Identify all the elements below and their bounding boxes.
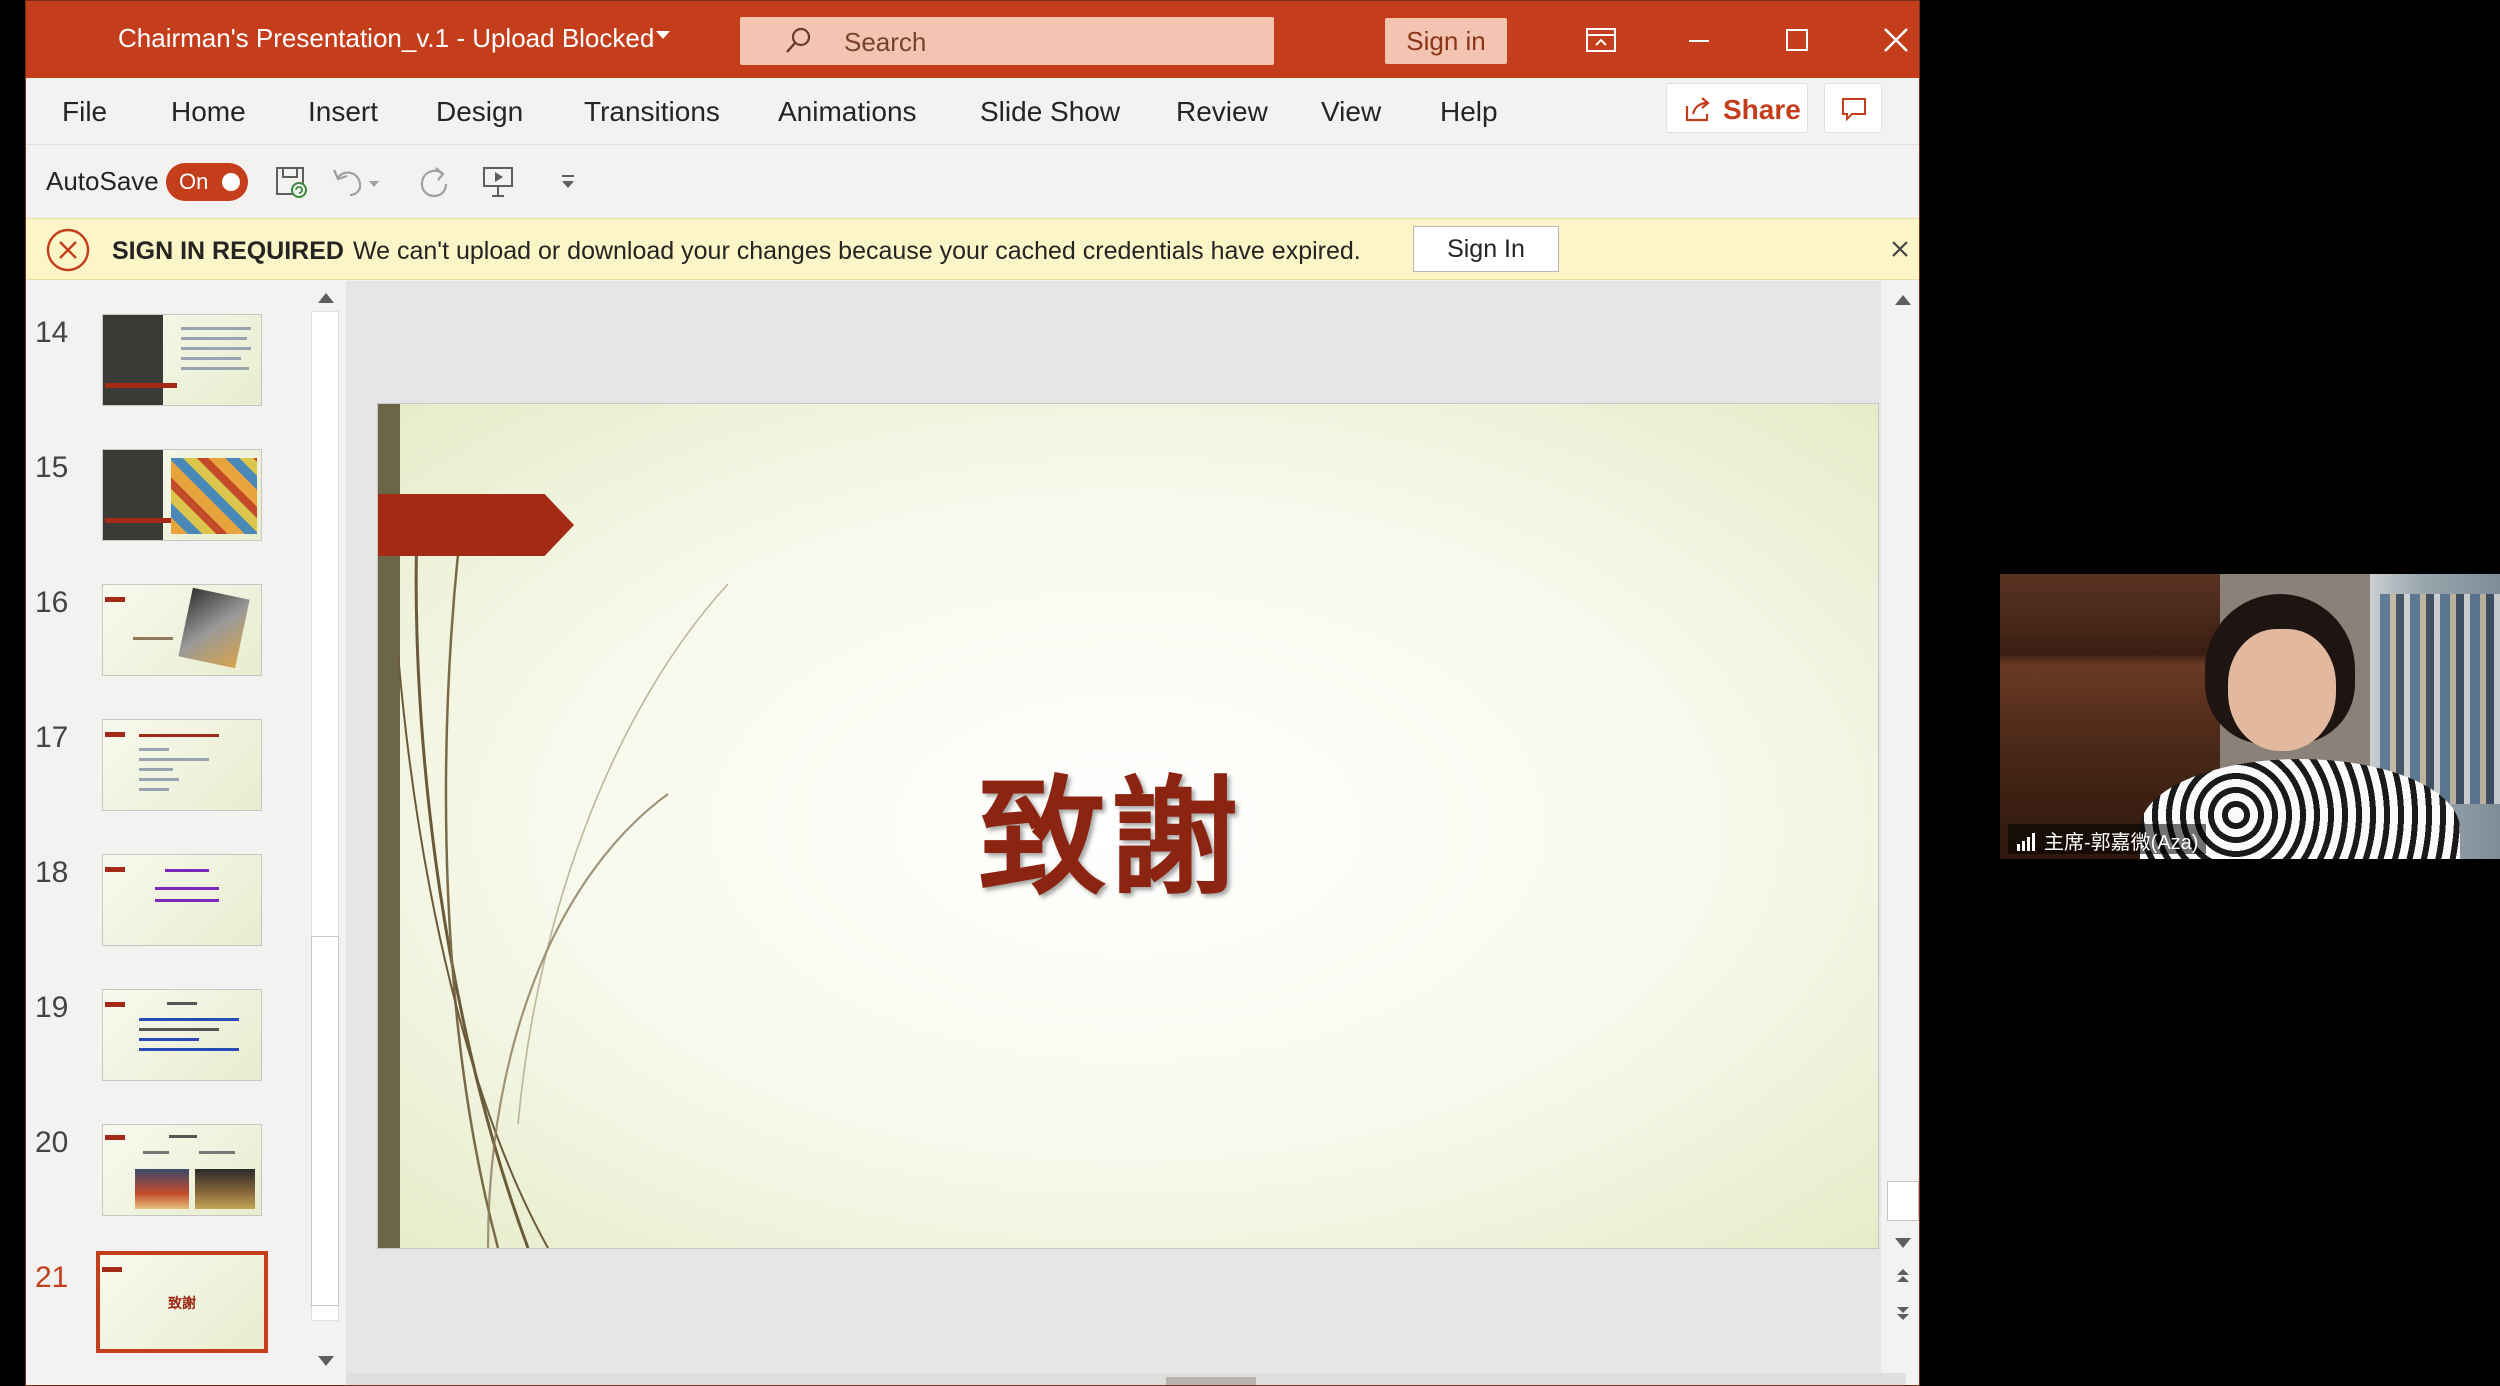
redo-icon[interactable] xyxy=(414,162,454,202)
undo-dropdown-icon[interactable] xyxy=(369,181,379,187)
close-icon[interactable] xyxy=(1866,15,1920,65)
slide-number: 16 xyxy=(35,586,69,619)
tab-home[interactable]: Home xyxy=(171,96,246,128)
slide-number: 21 xyxy=(35,1261,69,1294)
horizontal-scrollbar[interactable] xyxy=(346,1373,1906,1385)
slide-number: 14 xyxy=(35,316,69,349)
error-icon xyxy=(46,228,90,272)
title-bar: Chairman's Presentation_v.1 - Upload Blo… xyxy=(26,1,1919,78)
scroll-up-icon[interactable] xyxy=(318,293,334,303)
slide-scrollbar[interactable] xyxy=(1884,281,1919,1385)
autosave-label: AutoSave xyxy=(46,166,159,196)
participant-name: 主席-郭嘉微(Aza) xyxy=(2044,832,2199,854)
comment-icon xyxy=(1842,98,1866,122)
tab-insert[interactable]: Insert xyxy=(308,96,378,128)
infobar-message: We can't upload or download your changes… xyxy=(353,237,1361,265)
tab-view[interactable]: View xyxy=(1321,96,1381,128)
slide-thumbnail[interactable]: 20 xyxy=(26,1116,326,1236)
slide-thumbnail-selected[interactable]: 21 致謝 xyxy=(26,1251,326,1371)
search-placeholder: Search xyxy=(844,27,927,57)
participant-video-tile[interactable]: 主席-郭嘉微(Aza) xyxy=(2000,574,2500,859)
tab-file[interactable]: File xyxy=(62,96,107,128)
maximize-icon[interactable] xyxy=(1767,15,1827,65)
thumbnail-image xyxy=(102,989,262,1081)
participant-name-tag: 主席-郭嘉微(Aza) xyxy=(2008,824,2207,854)
title-arrow-shape xyxy=(378,494,574,556)
thumbnail-image xyxy=(102,314,262,406)
sign-in-button[interactable]: Sign in xyxy=(1385,18,1507,64)
infobar-sign-in-button[interactable]: Sign In xyxy=(1413,226,1559,272)
tab-slide-show[interactable]: Slide Show xyxy=(980,96,1120,128)
tab-help[interactable]: Help xyxy=(1440,96,1498,128)
thumbnail-image xyxy=(102,584,262,676)
slide-number: 18 xyxy=(35,856,69,889)
scroll-down-icon[interactable] xyxy=(318,1356,334,1366)
video-background-books xyxy=(2380,594,2500,804)
save-icon[interactable] xyxy=(271,162,311,202)
slide-thumbnail[interactable]: 16 xyxy=(26,576,326,696)
tab-design[interactable]: Design xyxy=(436,96,523,128)
previous-slide-icon[interactable] xyxy=(1893,1266,1913,1286)
toggle-knob xyxy=(222,173,240,191)
search-box[interactable]: Search xyxy=(740,17,1274,65)
infobar-title: SIGN IN REQUIRED xyxy=(112,237,344,265)
quick-access-toolbar: AutoSave On xyxy=(26,144,1919,218)
thumbnail-image: 致謝 xyxy=(96,1251,268,1353)
undo-icon[interactable] xyxy=(328,162,368,202)
customize-icon[interactable] xyxy=(548,162,588,202)
slide-editor: 致謝 xyxy=(346,281,1881,1385)
next-slide-icon[interactable] xyxy=(1893,1303,1913,1323)
present-icon[interactable] xyxy=(478,162,518,202)
tab-review[interactable]: Review xyxy=(1176,96,1268,128)
scroll-thumb[interactable] xyxy=(1166,1377,1256,1385)
participant-face xyxy=(2228,629,2336,751)
thumbnail-image xyxy=(102,449,262,541)
slide-thumbnail[interactable]: 19 xyxy=(26,981,326,1101)
scroll-down-icon[interactable] xyxy=(1895,1238,1911,1248)
ribbon-tabs: File Home Insert Design Transitions Anim… xyxy=(26,78,1919,144)
thumbnail-image xyxy=(102,719,262,811)
slide-number: 15 xyxy=(35,451,69,484)
slide-thumbnail[interactable]: 15 xyxy=(26,441,326,561)
comments-button[interactable] xyxy=(1824,83,1882,133)
slide-thumbnail[interactable]: 14 xyxy=(26,306,326,426)
scroll-thumb[interactable] xyxy=(311,936,339,1306)
chevron-down-icon[interactable] xyxy=(656,31,670,39)
thumbnail-image xyxy=(102,1124,262,1216)
current-slide[interactable]: 致謝 xyxy=(378,404,1878,1248)
tab-animations[interactable]: Animations xyxy=(778,96,917,128)
slide-number: 20 xyxy=(35,1126,69,1159)
powerpoint-window: Chairman's Presentation_v.1 - Upload Blo… xyxy=(25,0,1920,1386)
document-title[interactable]: Chairman's Presentation_v.1 - Upload Blo… xyxy=(118,23,654,54)
share-label: Share xyxy=(1723,94,1801,125)
thumbnail-title: 致謝 xyxy=(168,1295,196,1311)
autosave-toggle[interactable]: On xyxy=(166,163,248,201)
autosave-state: On xyxy=(179,169,209,194)
ribbon-display-icon[interactable] xyxy=(1571,15,1631,65)
close-icon[interactable] xyxy=(1884,233,1916,265)
scroll-up-icon[interactable] xyxy=(1895,295,1911,305)
search-icon xyxy=(786,27,811,53)
slide-thumbnails-pane: 14 15 16 17 18 19 20 21 致謝 xyxy=(26,281,346,1385)
share-button[interactable]: Share xyxy=(1666,83,1808,133)
signal-strength-icon xyxy=(2017,833,2035,851)
slide-number: 17 xyxy=(35,721,69,754)
slide-thumbnail[interactable]: 17 xyxy=(26,711,326,831)
thumbnail-image xyxy=(102,854,262,946)
minimize-icon[interactable] xyxy=(1669,15,1729,65)
share-icon xyxy=(1685,97,1710,122)
slide-title[interactable]: 致謝 xyxy=(978,734,1242,919)
scroll-thumb[interactable] xyxy=(1887,1181,1919,1221)
tab-transitions[interactable]: Transitions xyxy=(584,96,720,128)
slide-thumbnail[interactable]: 18 xyxy=(26,846,326,966)
sign-in-required-bar: SIGN IN REQUIRED We can't upload or down… xyxy=(26,218,1919,280)
thumbnails-scrollbar[interactable] xyxy=(306,281,344,1385)
slide-number: 19 xyxy=(35,991,69,1024)
